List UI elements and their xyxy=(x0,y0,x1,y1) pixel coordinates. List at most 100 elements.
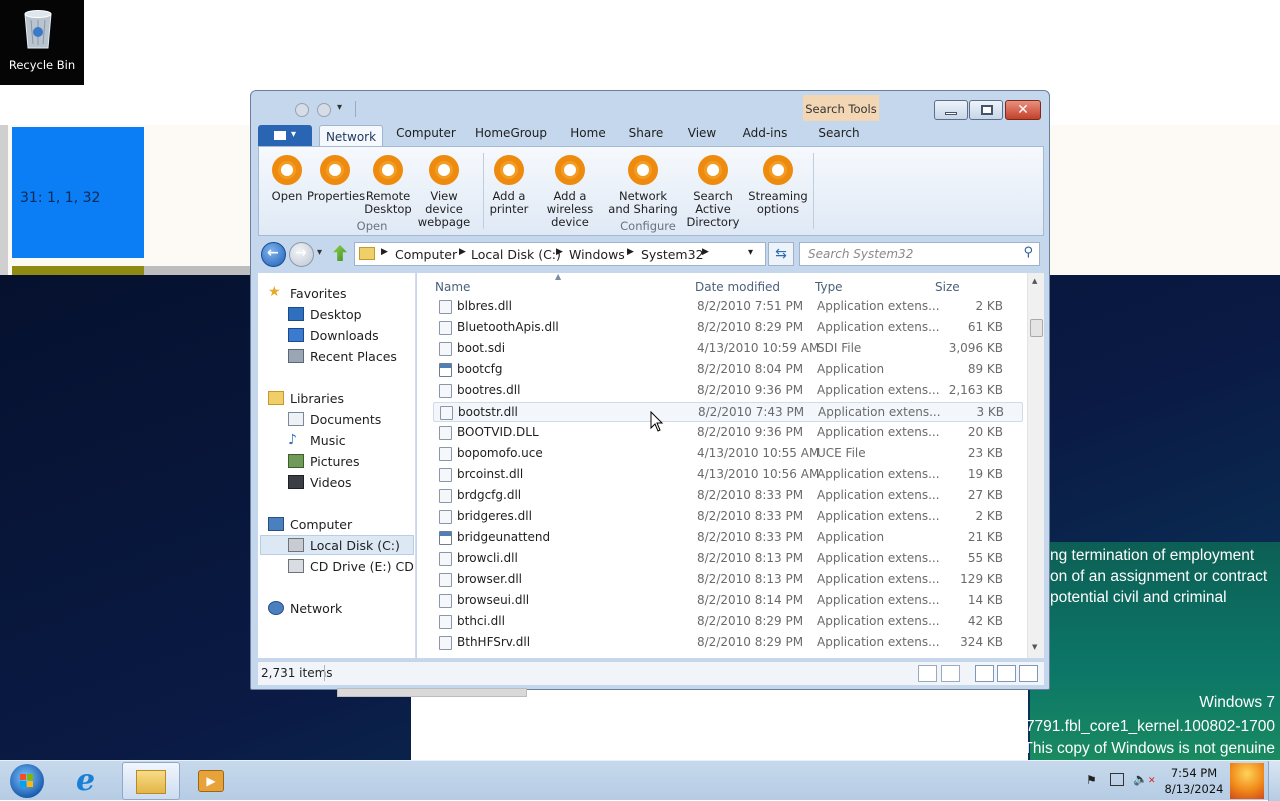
nav-network[interactable]: Network xyxy=(290,601,342,616)
horizontal-scroll-thumb[interactable] xyxy=(337,688,527,697)
close-button[interactable]: ✕ xyxy=(1005,100,1041,120)
network-tray-icon[interactable] xyxy=(1110,773,1124,786)
quick-access-icon-1[interactable] xyxy=(295,103,309,117)
address-history-chevron-icon[interactable]: ▾ xyxy=(748,247,753,258)
table-row[interactable]: blbres.dll 8/2/2010 7:51 PM Application ex… xyxy=(433,297,1023,317)
tab-home[interactable]: Home xyxy=(567,126,609,140)
table-row[interactable]: bopomofo.uce 4/13/2010 10:55 AM UCE File 23… xyxy=(433,444,1023,464)
tab-share[interactable]: Share xyxy=(627,126,665,140)
open-button[interactable]: Open xyxy=(267,155,307,203)
add-printer-button[interactable]: Add a printer xyxy=(487,155,531,216)
back-button[interactable]: ← xyxy=(261,242,286,267)
nav-documents[interactable]: Documents xyxy=(310,412,381,427)
nav-computer[interactable]: Computer xyxy=(290,517,352,532)
forward-button[interactable]: → xyxy=(289,242,314,267)
nav-downloads[interactable]: Downloads xyxy=(310,328,379,343)
network-sharing-button[interactable]: Network and Sharing xyxy=(607,155,679,216)
taskbar-media-player[interactable]: ▶ xyxy=(184,762,240,800)
details-pane-toggle-icon[interactable] xyxy=(1019,665,1038,682)
table-row[interactable]: browser.dll 8/2/2010 8:13 PM Application e… xyxy=(433,570,1023,590)
breadcrumb-windows[interactable]: Windows xyxy=(569,247,625,262)
start-button[interactable] xyxy=(6,762,46,800)
title-bar[interactable]: ▾ Search Tools ✕ xyxy=(251,91,1049,121)
taskbar-windows-explorer[interactable] xyxy=(122,762,180,800)
quick-access-dropdown-icon[interactable]: ▾ xyxy=(337,102,342,113)
table-row[interactable]: BthHFSrv.dll 8/2/2010 8:29 PM Application … xyxy=(433,633,1023,653)
streaming-options-button[interactable]: Streaming options xyxy=(747,155,809,216)
table-row[interactable]: brdgcfg.dll 8/2/2010 8:33 PM Application e… xyxy=(433,486,1023,506)
breadcrumb-arrow-icon[interactable]: ▶ xyxy=(556,247,563,257)
table-row[interactable]: browcli.dll 8/2/2010 8:13 PM Application e… xyxy=(433,549,1023,569)
table-row[interactable]: BluetoothApis.dll 8/2/2010 8:29 PM Applica… xyxy=(433,318,1023,338)
properties-button[interactable]: Properties xyxy=(307,155,365,203)
thumbnails-view-icon[interactable] xyxy=(941,665,960,682)
tab-computer[interactable]: Computer xyxy=(395,126,457,140)
nav-local-disk[interactable]: Local Disk (C:) xyxy=(310,538,400,553)
table-row[interactable]: bootstr.dll 8/2/2010 7:43 PM Application e… xyxy=(433,402,1023,422)
search-active-directory-button[interactable]: Search Active Directory xyxy=(677,155,749,229)
refresh-button[interactable]: ⇆ xyxy=(768,242,794,266)
address-bar[interactable]: ▶ Computer ▶ Local Disk (C:) ▶ Windows ▶… xyxy=(354,242,766,266)
maximize-button[interactable] xyxy=(969,100,1003,120)
table-row[interactable]: BOOTVID.DLL 8/2/2010 9:36 PM Application e… xyxy=(433,423,1023,443)
nav-videos[interactable]: Videos xyxy=(310,475,352,490)
breadcrumb-arrow-icon[interactable]: ▶ xyxy=(381,247,388,257)
nav-music[interactable]: Music xyxy=(310,433,346,448)
search-input[interactable]: Search System32 ⚲ xyxy=(799,242,1040,266)
tab-view[interactable]: View xyxy=(685,126,719,140)
nav-favorites[interactable]: Favorites xyxy=(290,286,346,301)
scroll-up-icon[interactable]: ▲ xyxy=(1032,277,1037,285)
tab-add-ins[interactable]: Add-ins xyxy=(741,126,789,140)
clock[interactable]: 7:54 PM 8/13/2024 xyxy=(1158,765,1230,797)
table-row[interactable]: browseui.dll 8/2/2010 8:14 PM Application … xyxy=(433,591,1023,611)
navigation-pane-toggle-icon[interactable] xyxy=(975,665,994,682)
preview-pane-toggle-icon[interactable] xyxy=(997,665,1016,682)
show-desktop-button[interactable] xyxy=(1268,761,1280,801)
taskbar-internet-explorer[interactable]: e xyxy=(62,762,118,800)
recycle-bin-shortcut[interactable]: Recycle Bin xyxy=(0,0,84,85)
file-menu-button[interactable]: ▾ xyxy=(258,125,312,146)
windows-orb-icon xyxy=(10,764,44,798)
view-device-webpage-button[interactable]: View device webpage xyxy=(411,155,477,229)
remote-desktop-button[interactable]: Remote Desktop xyxy=(363,155,413,216)
breadcrumb-arrow-icon[interactable]: ▶ xyxy=(702,247,709,257)
minimize-button[interactable] xyxy=(934,100,968,120)
action-center-flag-icon[interactable]: ⚑ xyxy=(1086,773,1097,787)
nav-desktop[interactable]: Desktop xyxy=(310,307,362,322)
tab-search[interactable]: Search xyxy=(815,126,863,140)
column-date-modified[interactable]: Date modified xyxy=(695,280,780,294)
column-size[interactable]: Size xyxy=(935,280,960,294)
recent-pages-chevron-icon[interactable]: ▾ xyxy=(317,247,322,258)
tab-network[interactable]: Network xyxy=(319,125,383,147)
table-row[interactable]: brcoinst.dll 4/13/2010 10:56 AM Applicatio… xyxy=(433,465,1023,485)
nav-cd-drive[interactable]: CD Drive (E:) CDROM xyxy=(310,559,415,574)
file-menu-icon xyxy=(274,131,286,140)
breadcrumb-system32[interactable]: System32 xyxy=(641,247,704,262)
table-row[interactable]: bridgeres.dll 8/2/2010 8:33 PM Application… xyxy=(433,507,1023,527)
quick-access-icon-2[interactable] xyxy=(317,103,331,117)
nav-libraries[interactable]: Libraries xyxy=(290,391,344,406)
tab-homegroup[interactable]: HomeGroup xyxy=(475,126,547,140)
scrollbar-thumb[interactable] xyxy=(1030,319,1043,337)
table-row[interactable]: boot.sdi 4/13/2010 10:59 AM SDI File 3,096 … xyxy=(433,339,1023,359)
table-row[interactable]: bridgeunattend 8/2/2010 8:33 PM Applicatio… xyxy=(433,528,1023,548)
scroll-down-icon[interactable]: ▼ xyxy=(1032,643,1037,651)
table-row[interactable]: bootres.dll 8/2/2010 9:36 PM Application e… xyxy=(433,381,1023,401)
breadcrumb-arrow-icon[interactable]: ▶ xyxy=(627,247,634,257)
add-wireless-device-button[interactable]: Add a wireless device xyxy=(531,155,609,229)
breadcrumb-local-disk[interactable]: Local Disk (C:) xyxy=(471,247,561,262)
user-avatar[interactable] xyxy=(1230,763,1264,799)
table-row[interactable]: bthci.dll 8/2/2010 8:29 PM Application ext… xyxy=(433,612,1023,632)
file-type: Application extens... xyxy=(817,320,940,334)
column-name[interactable]: Name xyxy=(435,280,470,294)
up-one-level-icon[interactable] xyxy=(333,245,347,261)
details-view-icon[interactable] xyxy=(918,665,937,682)
table-row[interactable]: bootcfg 8/2/2010 8:04 PM Application 89 KB xyxy=(433,360,1023,380)
vertical-scrollbar[interactable]: ▲ ▼ xyxy=(1027,273,1044,658)
volume-muted-icon[interactable]: 🔈✕ xyxy=(1133,772,1156,786)
nav-pictures[interactable]: Pictures xyxy=(310,454,360,469)
breadcrumb-arrow-icon[interactable]: ▶ xyxy=(459,247,466,257)
column-type[interactable]: Type xyxy=(815,280,843,294)
breadcrumb-computer[interactable]: Computer xyxy=(395,247,457,262)
nav-recent-places[interactable]: Recent Places xyxy=(310,349,397,364)
